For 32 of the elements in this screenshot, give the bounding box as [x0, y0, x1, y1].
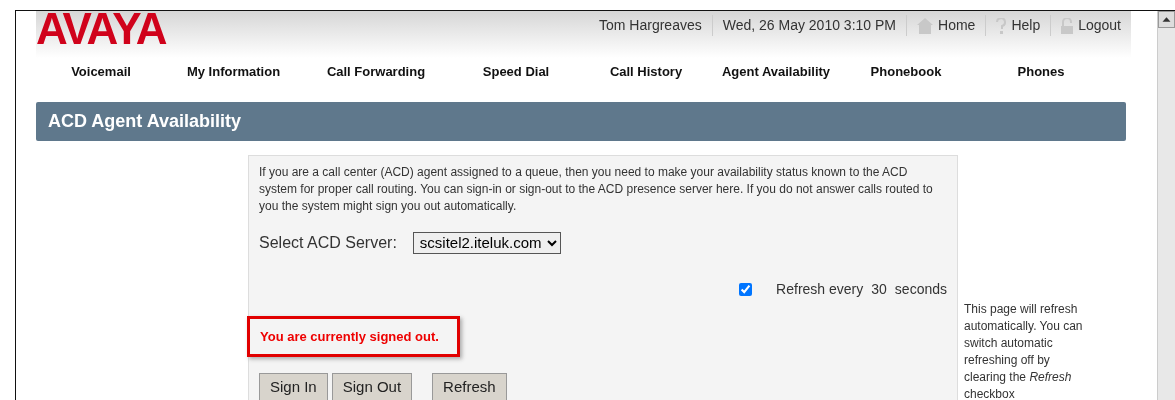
- server-label: Select ACD Server:: [259, 232, 397, 253]
- nav-tab[interactable]: Call History: [581, 58, 711, 86]
- date-time: Wed, 26 May 2010 3:10 PM: [712, 15, 907, 36]
- padlock-icon: [1061, 17, 1074, 34]
- header-link[interactable]: Logout: [1051, 15, 1131, 36]
- page-title: ACD Agent Availability: [36, 101, 1126, 141]
- nav-tab[interactable]: Voicemail: [36, 58, 166, 86]
- header-link[interactable]: Home: [907, 15, 987, 36]
- nav-tab[interactable]: My Information: [166, 58, 301, 86]
- nav-tab[interactable]: Call Forwarding: [301, 58, 451, 86]
- house-icon: [917, 17, 933, 34]
- user-name: Tom Hargreaves: [589, 15, 713, 36]
- refresh-interval: 30: [871, 279, 887, 299]
- scrollbar[interactable]: [1157, 11, 1175, 400]
- refresh-unit: seconds: [894, 279, 947, 299]
- question-mark-icon: [996, 17, 1007, 34]
- help-note: This page will refresh automatically. You can switch automatic refreshing off by clearing the Refresh checkbox: [964, 301, 1084, 400]
- nav-tab[interactable]: Agent Availability: [711, 58, 841, 86]
- header-link[interactable]: Help: [986, 15, 1052, 36]
- nav-tab[interactable]: Phonebook: [841, 58, 971, 86]
- status-message: You are currently signed out.: [247, 315, 460, 357]
- action-button[interactable]: Sign Out: [331, 373, 413, 400]
- refresh-checkbox[interactable]: [739, 282, 753, 296]
- nav-tab[interactable]: Speed Dial: [451, 58, 581, 86]
- scroll-up-icon[interactable]: [1158, 11, 1175, 28]
- intro-text: If you are a call center (ACD) agent assigned to a queue, then you need to make your availability status known to the ACD system for proper call routing. You can sign-in or sign-out to the ACD presence server here. If you do not answer calls routed to you the system might sign you out automatically.: [259, 163, 934, 215]
- action-button[interactable]: Sign In: [259, 373, 328, 400]
- nav-tab[interactable]: Phones: [971, 58, 1111, 86]
- refresh-label: Refresh every: [776, 279, 864, 299]
- server-select[interactable]: scsitel2.iteluk.com: [412, 231, 561, 254]
- action-button[interactable]: Refresh: [432, 373, 507, 400]
- logo: AVAYA: [36, 7, 166, 55]
